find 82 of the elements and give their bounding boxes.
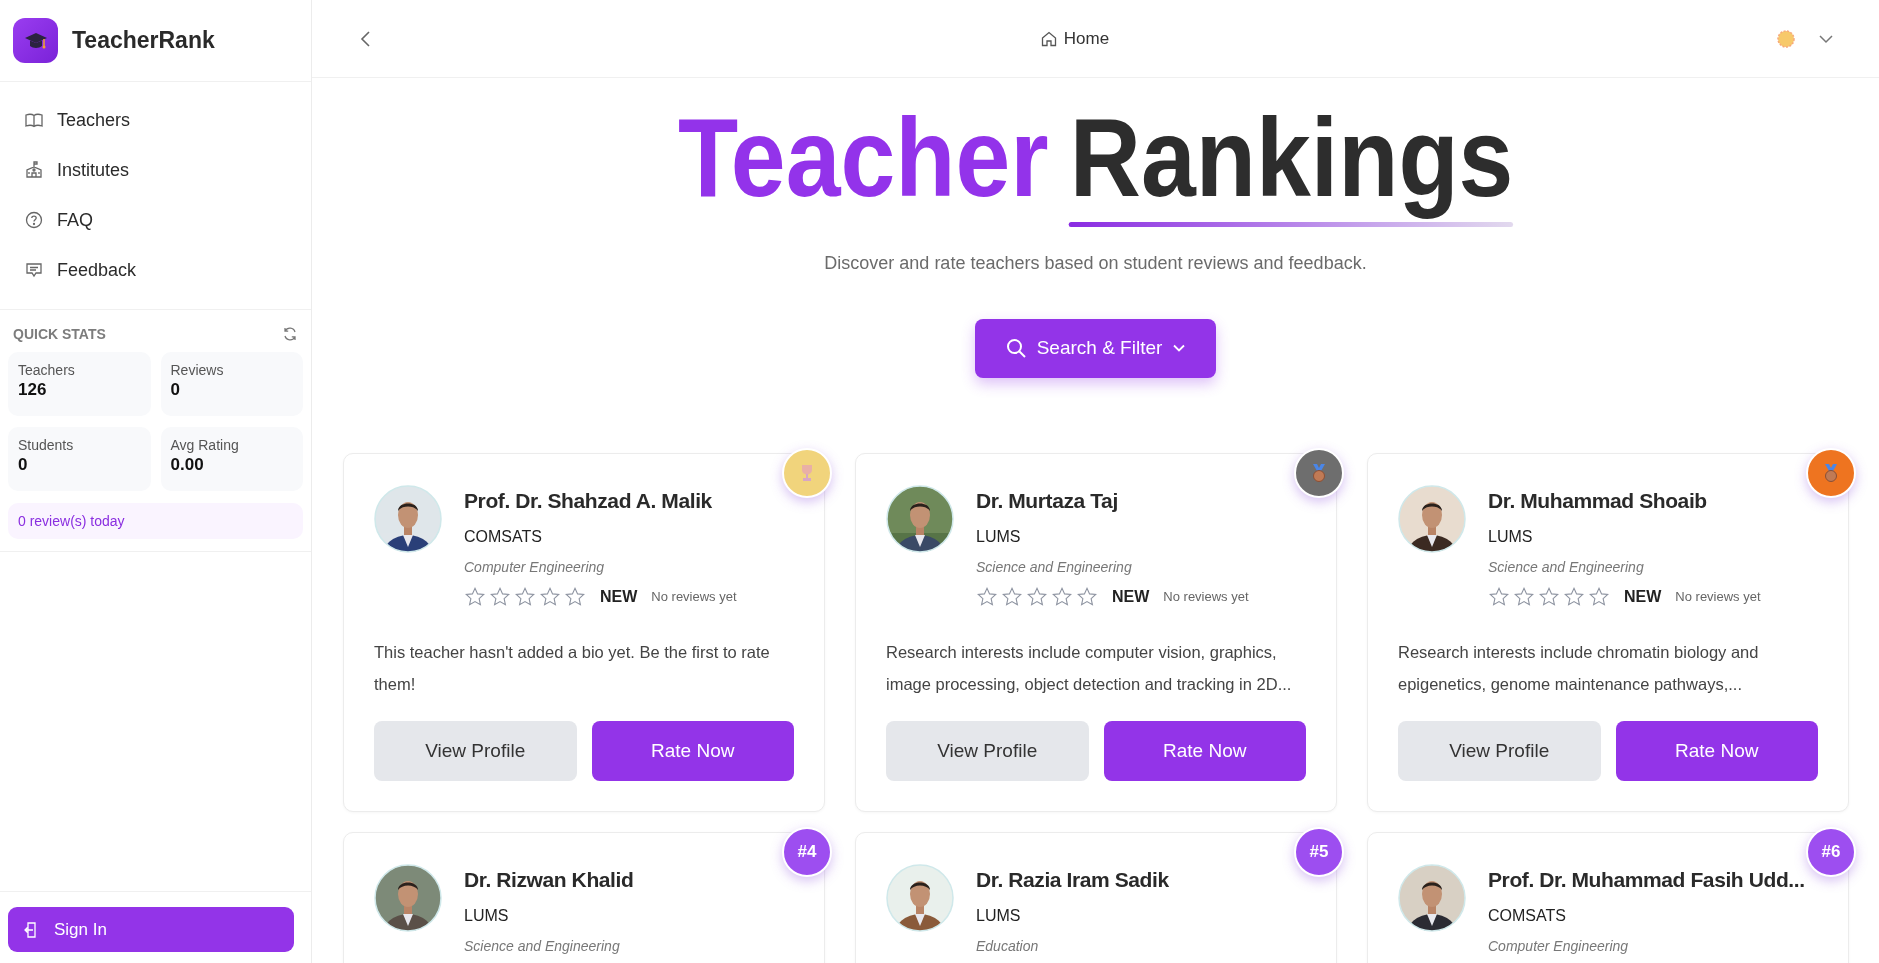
star-icon [514, 585, 536, 608]
teacher-name[interactable]: Dr. Razia Iram Sadik [976, 867, 1169, 892]
stat-label: Teachers [18, 362, 76, 378]
help-icon [24, 210, 44, 230]
search-filter-button[interactable]: Search & Filter [974, 318, 1217, 378]
teacher-bio: Research interests include computer vision, graphics, image processing, object detection and tracking in 2D... [886, 641, 1293, 695]
department-name: Science and Engineering [976, 558, 1133, 575]
medal-icon [1823, 462, 1839, 483]
medal-icon [1311, 462, 1327, 483]
page-subtitle: Discover and rate teachers based on student reviews and feedback. [824, 252, 1367, 274]
stat-label: Avg Rating [170, 437, 240, 453]
stat-label: Students [18, 437, 75, 453]
view-profile-button[interactable]: View Profile [374, 720, 577, 781]
star-icon [1488, 585, 1510, 608]
rank-badge: #5 [1294, 826, 1344, 877]
trophy-icon [799, 463, 815, 482]
star-icon [489, 585, 511, 608]
back-icon[interactable] [359, 28, 373, 49]
teacher-name[interactable]: Dr. Rizwan Khalid [464, 867, 634, 892]
star-icon [464, 585, 486, 608]
institute-name: LUMS [976, 527, 1022, 546]
new-tag: NEW [1624, 587, 1662, 606]
institute-name: COMSATS [1488, 906, 1567, 925]
star-icon [1513, 585, 1535, 608]
page-title-word: Teacher [677, 94, 1049, 222]
new-tag: NEW [1112, 587, 1150, 606]
teacher-bio: Research interests include chromatin biology and epigenetics, genome maintenance pathways,... [1398, 641, 1760, 695]
department-name: Science and Engineering [464, 937, 621, 954]
teacher-name[interactable]: Dr. Murtaza Taj [976, 488, 1249, 513]
department-name: Science and Engineering [1488, 558, 1645, 575]
department-name: Computer Engineering [1488, 937, 1630, 954]
rank-badge: #6 [1806, 826, 1856, 877]
star-icon [1076, 585, 1098, 608]
review-count: No reviews yet [1163, 589, 1249, 605]
teacher-bio: This teacher hasn't added a bio yet. Be the first to rate them! [374, 641, 771, 695]
star-icon [539, 585, 561, 608]
stat-label: Reviews [170, 362, 225, 378]
school-icon [24, 160, 44, 180]
brand-name: TeacherRank [72, 27, 215, 54]
section-heading: QUICK STATS [13, 326, 106, 342]
stat-value: 0 [18, 455, 29, 475]
institute-name: LUMS [976, 906, 1022, 925]
view-profile-button[interactable]: View Profile [1398, 720, 1601, 781]
star-icon [1538, 585, 1560, 608]
home-icon [1039, 29, 1058, 48]
star-icon [976, 585, 998, 608]
star-icon [1001, 585, 1023, 608]
review-count: No reviews yet [651, 589, 737, 605]
star-icon [1051, 585, 1073, 608]
teacher-name[interactable]: Prof. Dr. Muhammad Fasih Udd... [1488, 867, 1805, 892]
rank-badge: #4 [782, 826, 832, 877]
nav-link[interactable]: Institutes [0, 145, 311, 195]
teacher-name[interactable]: Dr. Muhammad Shoaib [1488, 488, 1761, 513]
home-link[interactable]: Home [1039, 28, 1110, 49]
institute-name: LUMS [464, 906, 510, 925]
star-icon [1026, 585, 1048, 608]
rate-now-button[interactable]: Rate Now [591, 720, 794, 781]
new-tag: NEW [600, 587, 638, 606]
nav-link[interactable]: Teachers [0, 95, 311, 145]
department-name: Computer Engineering [464, 558, 606, 575]
rate-now-button[interactable]: Rate Now [1615, 720, 1818, 781]
nav-link[interactable]: FAQ [0, 195, 311, 245]
teacher-name[interactable]: Prof. Dr. Shahzad A. Malik [464, 488, 737, 513]
institute-name: COMSATS [464, 527, 543, 546]
department-name: Education [976, 937, 1040, 954]
stat-value: 0 [170, 380, 181, 400]
stat-value: 0.00 [170, 455, 205, 475]
search-icon [1004, 337, 1027, 360]
view-profile-button[interactable]: View Profile [886, 720, 1089, 781]
star-icon [1588, 585, 1610, 608]
institute-name: LUMS [1488, 527, 1534, 546]
sign-in-button[interactable]: Sign In [8, 907, 294, 952]
nav-link[interactable]: Feedback [0, 245, 311, 295]
review-count: No reviews yet [1675, 589, 1761, 605]
logo-icon [13, 18, 58, 63]
refresh-icon[interactable] [282, 326, 298, 342]
rate-now-button[interactable]: Rate Now [1103, 720, 1306, 781]
star-icon [1563, 585, 1585, 608]
stat-value: 126 [18, 380, 48, 400]
page-title-word: Rankings [1069, 94, 1514, 222]
today-count: 0 review(s) today [8, 503, 303, 539]
star-icon [564, 585, 586, 608]
